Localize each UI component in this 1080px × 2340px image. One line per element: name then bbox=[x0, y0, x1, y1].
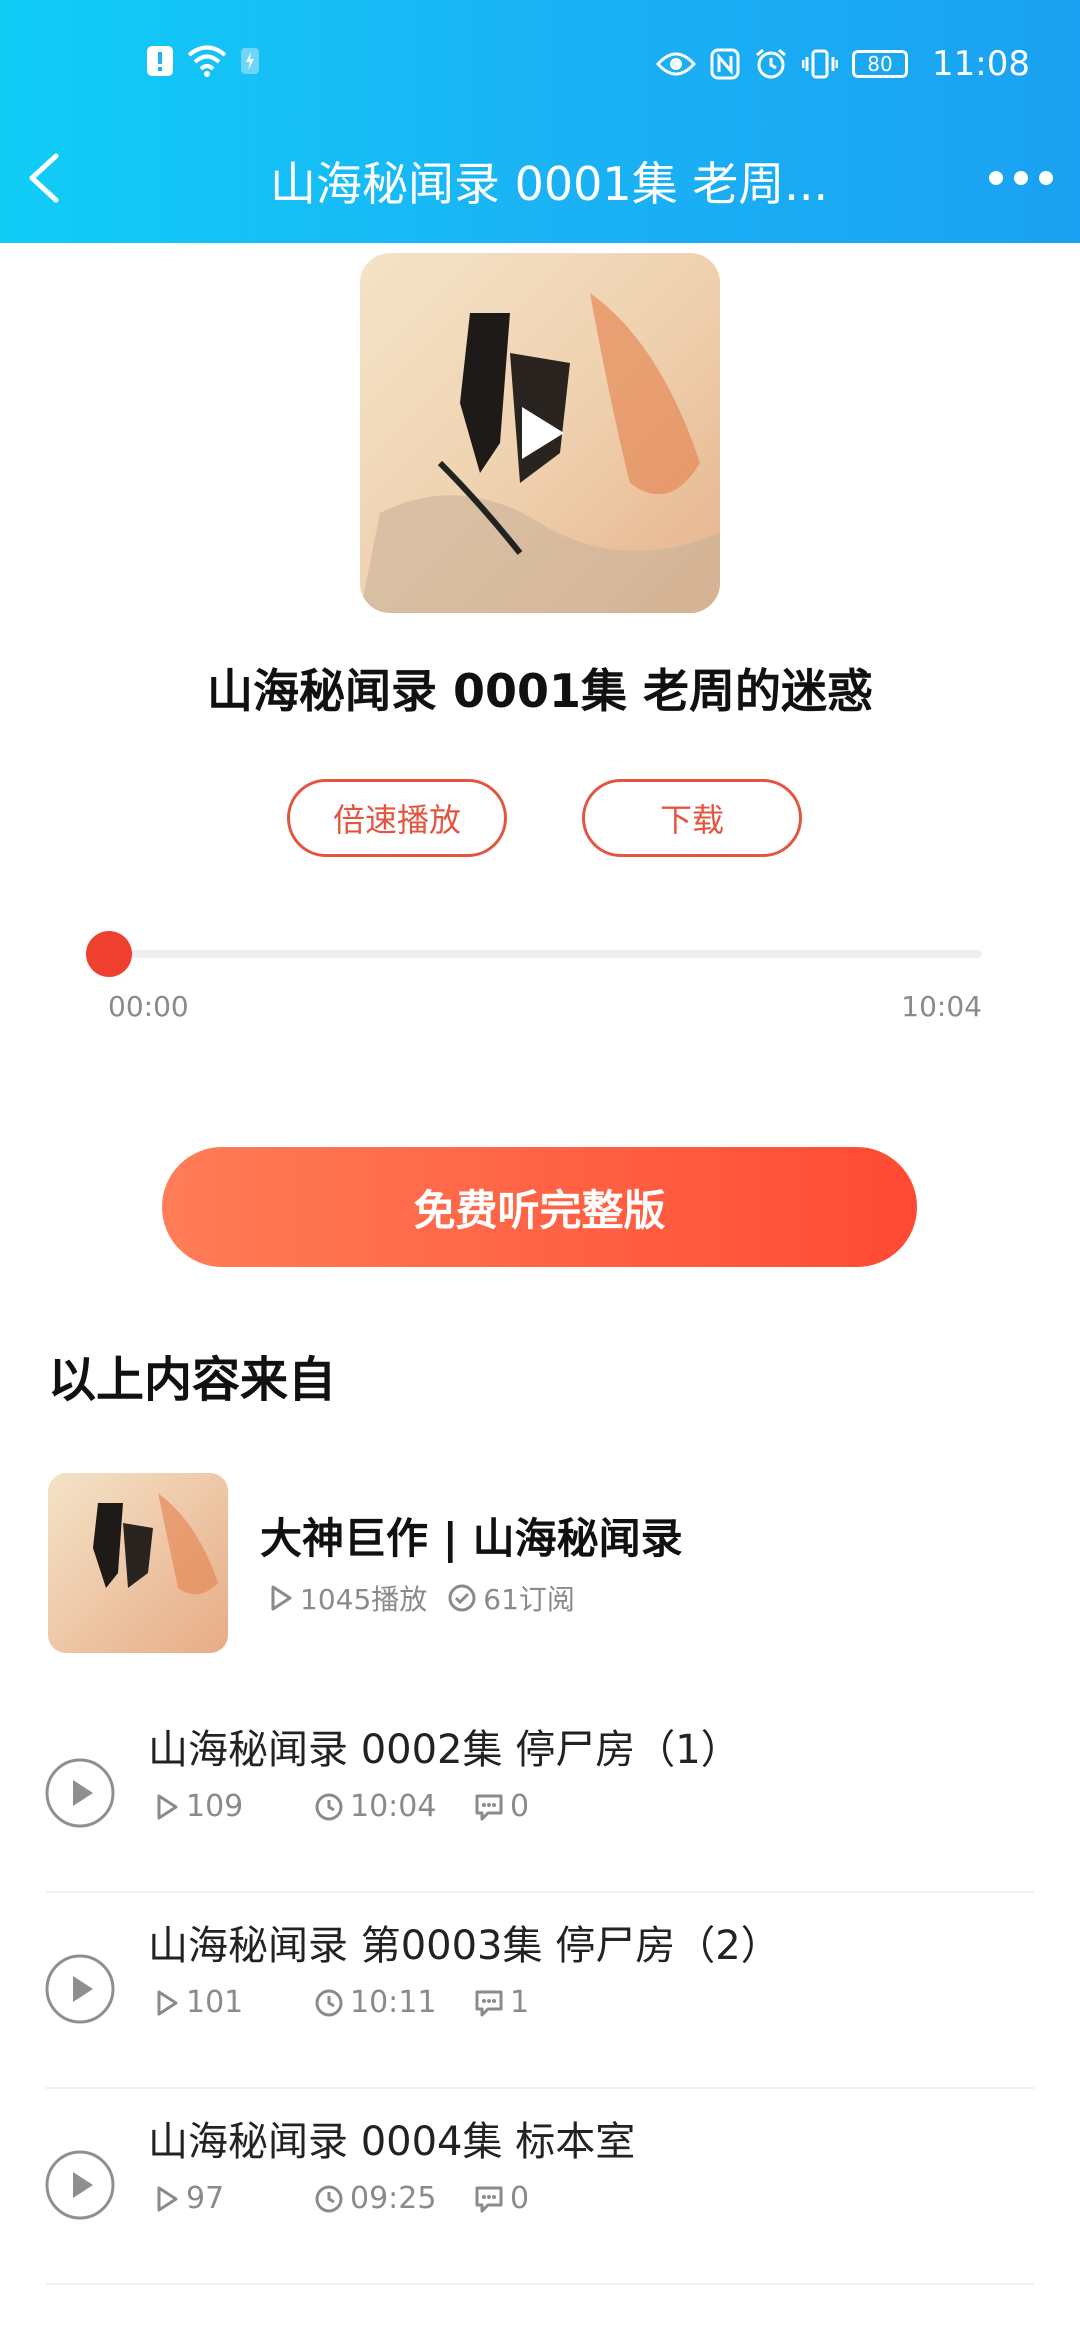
top-bar: 80 11:08 山海秘闻录 0001集 老周... bbox=[0, 0, 1080, 243]
episode-plays-text: 97 bbox=[186, 2181, 225, 2216]
episode-row-meta: 97 09:25 0 bbox=[154, 2181, 634, 2216]
episode-row-meta: 101 10:11 1 bbox=[154, 1985, 634, 2020]
download-button[interactable]: 下载 bbox=[582, 779, 802, 857]
progress-knob[interactable] bbox=[86, 931, 132, 977]
total-duration: 10:04 bbox=[901, 990, 982, 1023]
episode-comments-text: 0 bbox=[510, 1789, 530, 1824]
clock-icon bbox=[315, 1989, 343, 2016]
progress-track[interactable] bbox=[105, 950, 982, 958]
clock-icon bbox=[315, 1793, 343, 1820]
source-heading: 以上内容来自 bbox=[48, 1352, 337, 1408]
episode-cover[interactable] bbox=[360, 253, 720, 613]
episode-duration-text: 10:11 bbox=[350, 1985, 437, 2020]
nav-bar: 山海秘闻录 0001集 老周... bbox=[0, 140, 1080, 220]
charging-icon bbox=[241, 48, 259, 74]
episode-duration: 09:25 bbox=[314, 2181, 474, 2216]
episode-comments-text: 1 bbox=[510, 1985, 530, 2020]
episode-duration: 10:11 bbox=[314, 1985, 474, 2020]
row-divider bbox=[46, 2283, 1034, 2285]
speed-button[interactable]: 倍速播放 bbox=[287, 779, 507, 857]
album-meta: 1045播放 61订阅 bbox=[268, 1578, 575, 1618]
episode-row[interactable]: 山海秘闻录 0004集 标本室 97 09:25 0 bbox=[0, 2089, 1080, 2285]
episode-row-meta: 109 10:04 0 bbox=[154, 1789, 634, 1824]
episode-row-title: 山海秘闻录 0004集 标本室 bbox=[148, 2119, 636, 2165]
play-circle-icon[interactable] bbox=[44, 2149, 116, 2221]
episode-plays: 97 bbox=[154, 2181, 314, 2216]
vibrate-icon bbox=[802, 49, 839, 79]
status-bar: 80 11:08 bbox=[0, 44, 1080, 84]
episode-plays-text: 101 bbox=[186, 1985, 244, 2020]
play-count-icon bbox=[157, 2186, 178, 2211]
album-name[interactable]: 大神巨作 | 山海秘闻录 bbox=[260, 1505, 683, 1566]
episode-comments-text: 0 bbox=[510, 2181, 530, 2216]
episode-comments: 1 bbox=[474, 1985, 634, 2020]
sim-alert-icon bbox=[147, 46, 173, 76]
comment-icon bbox=[475, 1990, 503, 2016]
episode-title: 山海秘闻录 0001集 老周的迷惑 bbox=[206, 664, 874, 718]
check-circle-icon bbox=[448, 1584, 476, 1612]
episode-row[interactable]: 山海秘闻录 第0003集 停尸房（2） 101 10:11 1 bbox=[0, 1893, 1080, 2089]
play-count-icon bbox=[157, 1794, 178, 1819]
episode-plays-text: 109 bbox=[186, 1789, 244, 1824]
more-dots-icon[interactable] bbox=[986, 158, 1056, 198]
album-subscribers: 61订阅 bbox=[447, 1578, 575, 1618]
album-thumbnail[interactable] bbox=[48, 1473, 228, 1653]
current-time: 00:00 bbox=[108, 990, 189, 1023]
listen-full-button[interactable]: 免费听完整版 bbox=[162, 1147, 917, 1267]
album-artwork bbox=[48, 1473, 228, 1653]
episode-row-title: 山海秘闻录 第0003集 停尸房（2） bbox=[148, 1923, 781, 1969]
nav-title: 山海秘闻录 0001集 老周... bbox=[270, 157, 829, 211]
episode-duration-text: 09:25 bbox=[350, 2181, 437, 2216]
play-circle-icon[interactable] bbox=[44, 1757, 116, 1829]
album-plays: 1045播放 bbox=[268, 1578, 427, 1618]
episode-plays: 109 bbox=[154, 1789, 314, 1824]
episode-plays: 101 bbox=[154, 1985, 314, 2020]
nfc-icon bbox=[710, 48, 740, 80]
alarm-icon bbox=[756, 48, 786, 79]
play-circle-icon[interactable] bbox=[44, 1953, 116, 2025]
episode-duration-text: 10:04 bbox=[350, 1789, 437, 1824]
episode-comments: 0 bbox=[474, 2181, 634, 2216]
battery-indicator: 80 bbox=[852, 50, 909, 78]
play-count-icon bbox=[157, 1990, 178, 2015]
status-right: 80 11:08 bbox=[656, 44, 1030, 84]
episode-row[interactable]: 山海秘闻录 0002集 停尸房（1） 109 10:04 0 bbox=[0, 1697, 1080, 1893]
album-subscribers-text: 61订阅 bbox=[483, 1583, 575, 1616]
wifi-icon bbox=[187, 45, 227, 77]
clock-icon bbox=[315, 2185, 343, 2212]
episode-duration: 10:04 bbox=[314, 1789, 474, 1824]
episode-comments: 0 bbox=[474, 1789, 634, 1824]
album-plays-text: 1045播放 bbox=[300, 1583, 428, 1616]
episode-row-title: 山海秘闻录 0002集 停尸房（1） bbox=[148, 1727, 741, 1773]
comment-icon bbox=[475, 2186, 503, 2212]
play-count-icon bbox=[271, 1585, 292, 1611]
comment-icon bbox=[475, 1794, 503, 1820]
eye-icon bbox=[656, 52, 697, 76]
back-chevron-icon[interactable] bbox=[16, 148, 76, 208]
status-left bbox=[146, 44, 260, 78]
play-icon[interactable] bbox=[510, 403, 570, 463]
clock-time: 11:08 bbox=[932, 44, 1030, 84]
